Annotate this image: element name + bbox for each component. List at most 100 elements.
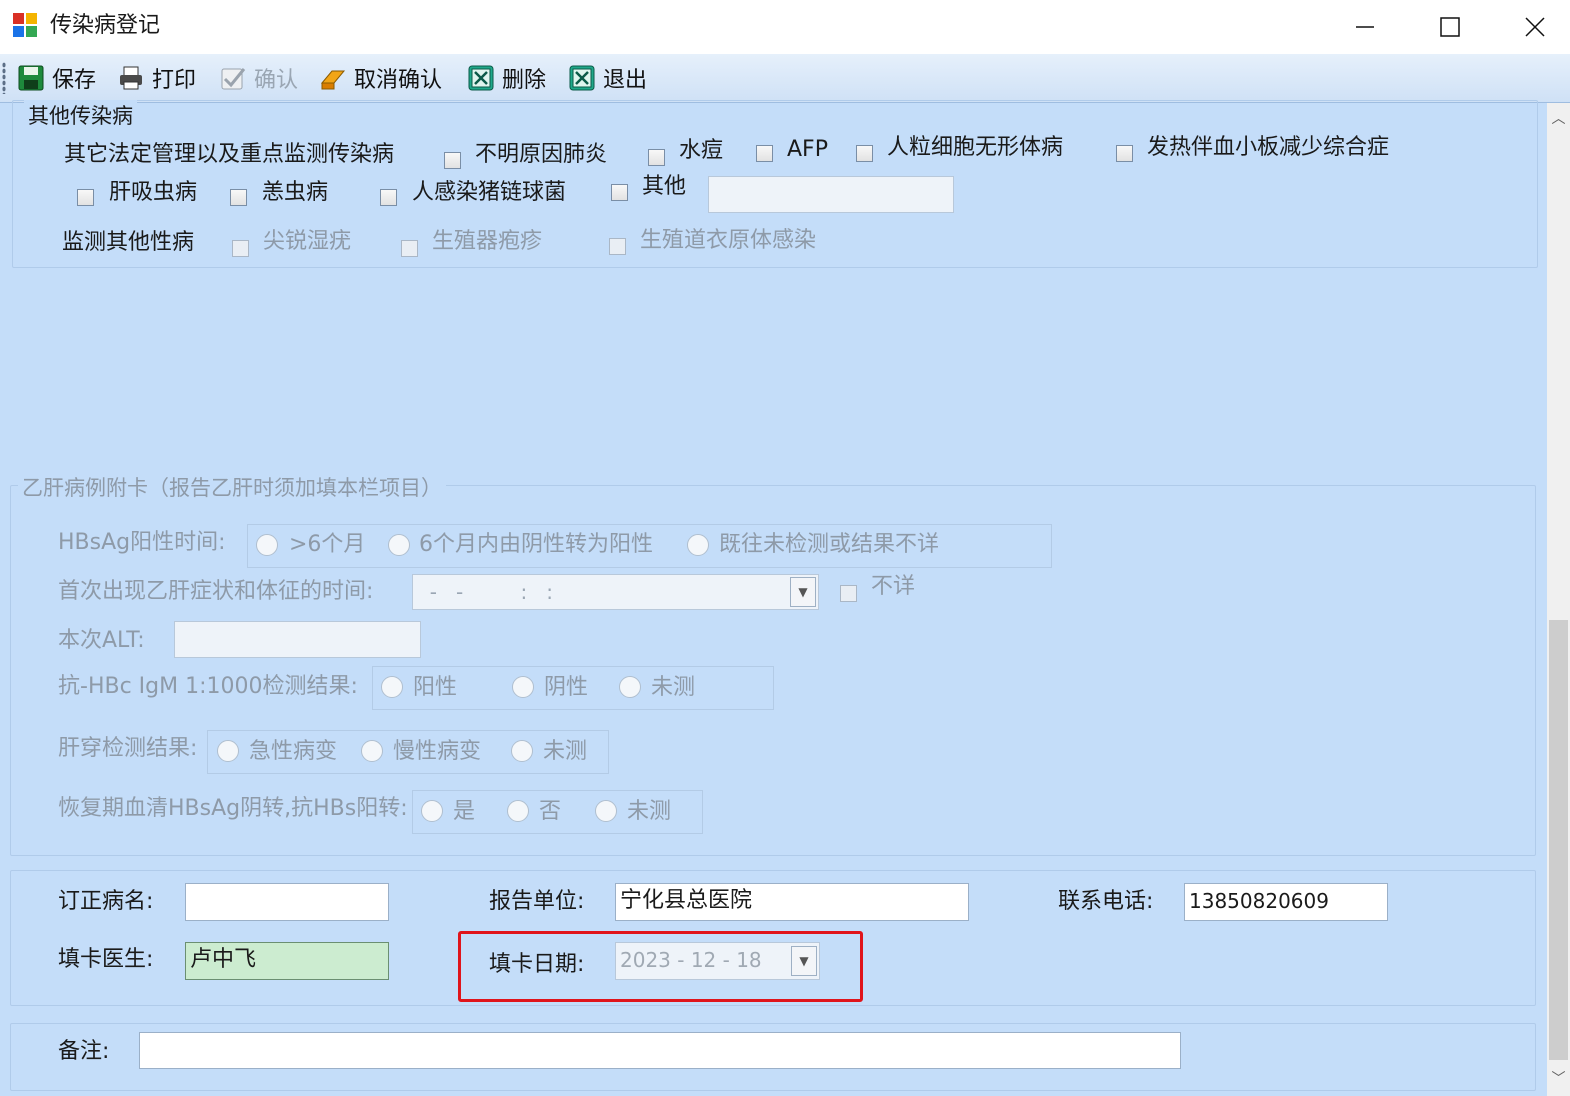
hbsag-label: HBsAg阳性时间: bbox=[58, 530, 226, 555]
chevron-down-icon: ﹀ bbox=[1551, 1071, 1566, 1087]
checkbox-label: 不明原因肺炎 bbox=[475, 142, 608, 167]
doctor-input[interactable]: 卢中飞 bbox=[185, 942, 389, 980]
corrected-name-input[interactable] bbox=[185, 883, 389, 921]
other-disease-input[interactable] bbox=[708, 176, 954, 213]
chevron-down-icon: ▼ bbox=[798, 585, 808, 599]
delete-button[interactable]: 删除 bbox=[468, 56, 546, 100]
checkbox-label: 生殖器疱疹 bbox=[432, 229, 543, 254]
radio-igm-untested[interactable] bbox=[619, 676, 641, 698]
radio-igm-positive[interactable] bbox=[381, 676, 403, 698]
liver-biopsy-label: 肝穿检测结果: bbox=[58, 736, 198, 761]
minimize-button[interactable] bbox=[1325, 0, 1405, 54]
remarks-input[interactable] bbox=[139, 1032, 1181, 1069]
doctor-label: 填卡医生: bbox=[58, 947, 154, 972]
onset-dropdown-button[interactable]: ▼ bbox=[790, 577, 816, 607]
close-icon bbox=[1525, 17, 1545, 37]
checkbox-label: 恙虫病 bbox=[262, 180, 329, 205]
phone-label: 联系电话: bbox=[1058, 889, 1154, 914]
recovery-label: 恢复期血清HBsAg阴转,抗HBs阳转: bbox=[58, 796, 408, 821]
phone-input[interactable]: 13850820609 bbox=[1184, 883, 1388, 921]
checkbox-unknown-pneumonia[interactable] bbox=[444, 152, 461, 169]
save-icon bbox=[18, 65, 44, 91]
radio-hbsag-over6m[interactable] bbox=[256, 534, 278, 556]
remarks-label: 备注: bbox=[58, 1039, 110, 1064]
window-title: 传染病登记 bbox=[50, 13, 161, 38]
cancel-confirm-label: 取消确认 bbox=[354, 68, 443, 93]
checkbox-scrub-typhus[interactable] bbox=[230, 189, 247, 206]
toolbar-grip[interactable] bbox=[2, 62, 6, 94]
checkbox-chlamydia[interactable] bbox=[609, 238, 626, 255]
checkbox-condyloma[interactable] bbox=[232, 240, 249, 257]
checkbox-sfts[interactable] bbox=[1116, 145, 1133, 162]
exit-icon bbox=[569, 65, 595, 91]
checkbox-anaplasmosis[interactable] bbox=[856, 145, 873, 162]
radio-hbsag-unknown[interactable] bbox=[687, 534, 709, 556]
radio-label: 急性病变 bbox=[249, 739, 338, 764]
highlight-box bbox=[458, 931, 863, 1002]
std-label: 监测其他性病 bbox=[62, 230, 195, 255]
scroll-up-button[interactable]: ︿ bbox=[1547, 106, 1570, 130]
checkbox-label: 其他 bbox=[642, 174, 687, 199]
maximize-button[interactable] bbox=[1410, 0, 1490, 54]
report-unit-label: 报告单位: bbox=[489, 889, 585, 914]
scrollbar-thumb[interactable] bbox=[1549, 620, 1568, 1060]
radio-label: 6个月内由阴性转为阳性 bbox=[419, 532, 653, 557]
igm-label: 抗-HBc IgM 1:1000检测结果: bbox=[58, 674, 358, 699]
radio-liver-chronic[interactable] bbox=[361, 740, 383, 762]
radio-label: 阳性 bbox=[413, 675, 458, 700]
exit-label: 退出 bbox=[603, 68, 648, 93]
checkbox-label: 发热伴血小板减少综合症 bbox=[1147, 135, 1390, 160]
app-icon bbox=[13, 13, 37, 37]
checkbox-label: AFP bbox=[787, 137, 828, 162]
checkbox-genital-herpes[interactable] bbox=[401, 240, 418, 257]
radio-igm-negative[interactable] bbox=[512, 676, 534, 698]
scroll-down-button[interactable]: ﹀ bbox=[1547, 1066, 1570, 1090]
minimize-icon bbox=[1356, 26, 1374, 28]
radio-recovery-no[interactable] bbox=[507, 800, 529, 822]
maximize-icon bbox=[1440, 17, 1460, 37]
checkbox-label: 人粒细胞无形体病 bbox=[887, 135, 1064, 160]
other-statutory-label: 其它法定管理以及重点监测传染病 bbox=[64, 142, 395, 167]
checkbox-label: 生殖道衣原体感染 bbox=[640, 228, 817, 253]
radio-recovery-yes[interactable] bbox=[421, 800, 443, 822]
checkbox-clonorchiasis[interactable] bbox=[77, 189, 94, 206]
print-icon bbox=[120, 66, 142, 90]
alt-input[interactable] bbox=[174, 621, 421, 658]
eraser-icon bbox=[320, 70, 346, 90]
radio-hbsag-within6m[interactable] bbox=[388, 534, 410, 556]
checkbox-other[interactable] bbox=[611, 184, 628, 201]
confirm-icon bbox=[221, 68, 246, 90]
onset-time-picker[interactable]: - - : : bbox=[412, 574, 819, 610]
checkbox-afp[interactable] bbox=[756, 145, 773, 162]
exit-button[interactable]: 退出 bbox=[569, 56, 647, 100]
cancel-confirm-button[interactable]: 取消确认 bbox=[320, 56, 442, 100]
checkbox-onset-unknown[interactable] bbox=[840, 585, 857, 602]
checkbox-label: 肝吸虫病 bbox=[109, 180, 198, 205]
checkbox-label: 水痘 bbox=[679, 138, 724, 163]
radio-liver-acute[interactable] bbox=[217, 740, 239, 762]
corrected-name-label: 订正病名: bbox=[58, 889, 154, 914]
chevron-up-icon: ︿ bbox=[1551, 111, 1566, 127]
save-button[interactable]: 保存 bbox=[18, 56, 96, 100]
radio-liver-untested[interactable] bbox=[511, 740, 533, 762]
checkbox-label: 人感染猪链球菌 bbox=[412, 180, 567, 205]
other-diseases-legend: 其他传染病 bbox=[24, 100, 137, 130]
radio-label: 未测 bbox=[651, 675, 696, 700]
delete-label: 删除 bbox=[502, 68, 547, 93]
radio-label: >6个月 bbox=[289, 532, 366, 557]
confirm-button[interactable]: 确认 bbox=[220, 56, 298, 100]
onset-time-label: 首次出现乙肝症状和体征的时间: bbox=[58, 579, 374, 604]
radio-label: 未测 bbox=[543, 739, 588, 764]
confirm-label: 确认 bbox=[254, 68, 299, 93]
close-button[interactable] bbox=[1495, 0, 1570, 54]
print-button[interactable]: 打印 bbox=[118, 56, 196, 100]
checkbox-chickenpox[interactable] bbox=[648, 149, 665, 166]
checkbox-label: 尖锐湿疣 bbox=[263, 229, 352, 254]
checkbox-label: 不详 bbox=[871, 574, 916, 599]
delete-icon bbox=[468, 65, 494, 91]
hepb-legend: 乙肝病例附卡（报告乙肝时须加填本栏项目） bbox=[18, 472, 446, 502]
radio-recovery-untested[interactable] bbox=[595, 800, 617, 822]
radio-label: 阴性 bbox=[544, 675, 589, 700]
checkbox-strep-suis[interactable] bbox=[380, 189, 397, 206]
report-unit-input[interactable]: 宁化县总医院 bbox=[615, 883, 969, 921]
